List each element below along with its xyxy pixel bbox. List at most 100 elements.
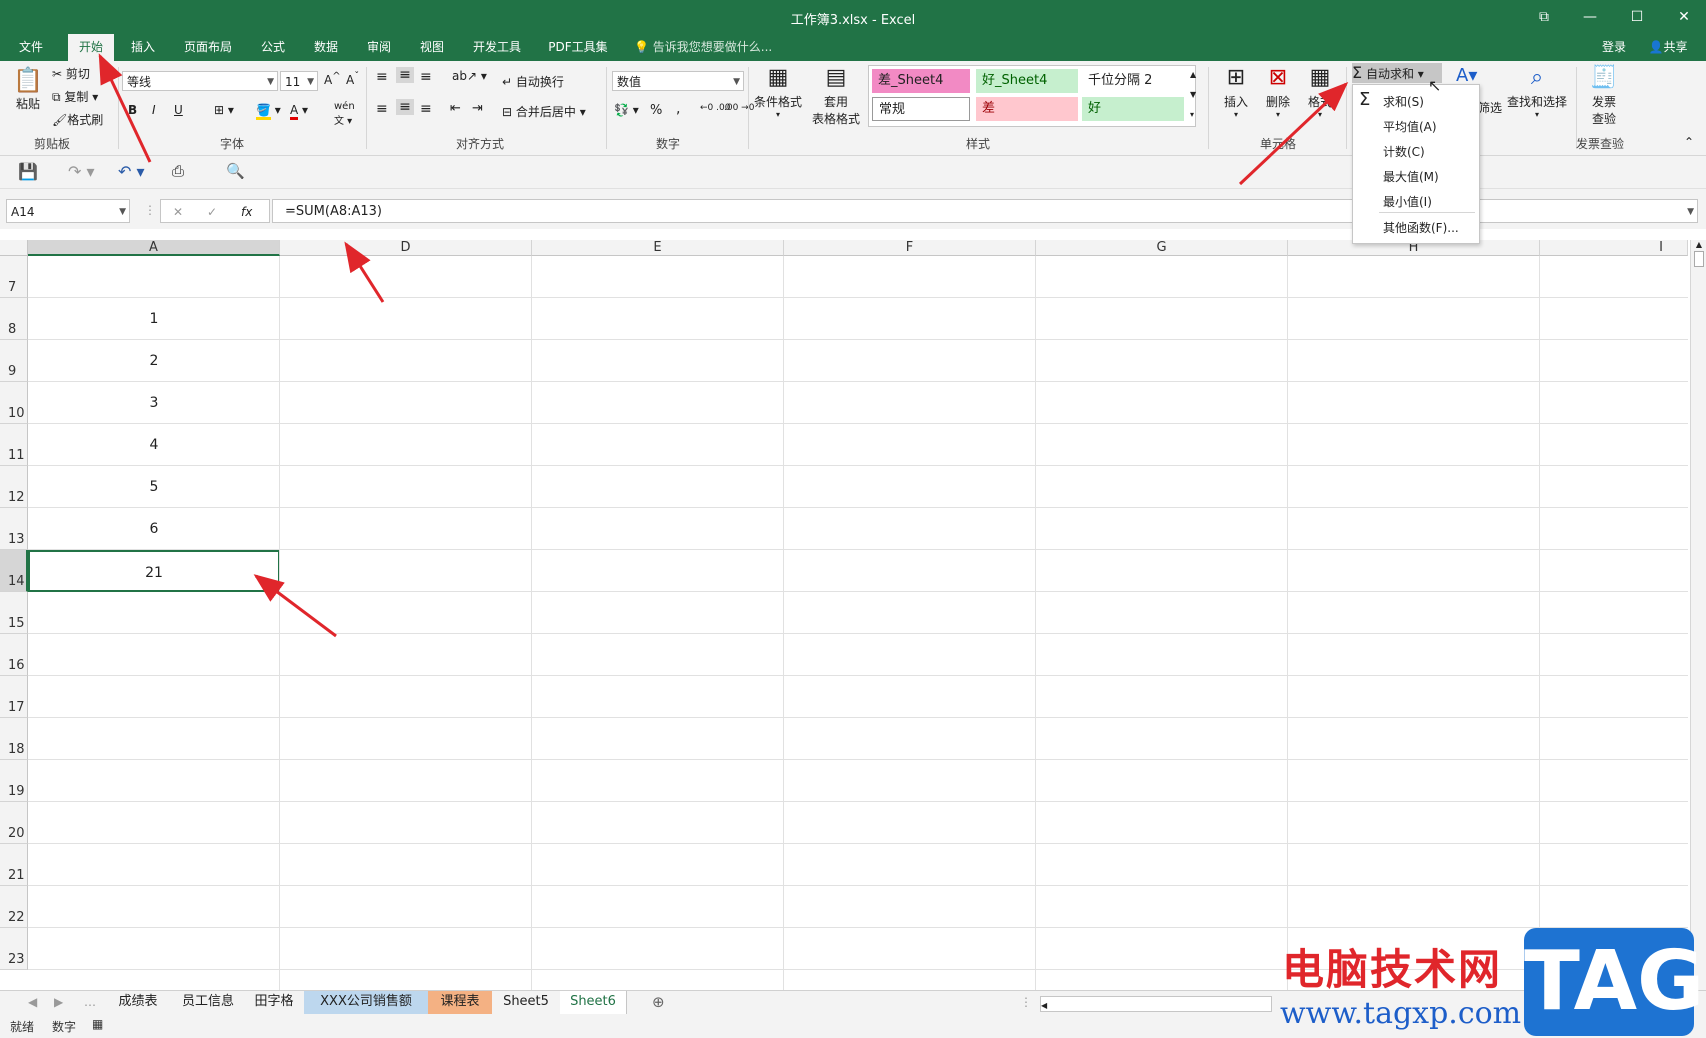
- row-header-17[interactable]: 17: [0, 676, 28, 718]
- row-header-12[interactable]: 12: [0, 466, 28, 508]
- font-size-select[interactable]: 11 ▼: [280, 71, 318, 91]
- scroll-sheets-left-icon[interactable]: ◀: [28, 995, 37, 1009]
- column-header-a[interactable]: A: [28, 240, 280, 256]
- font-name-select[interactable]: 等线 ▼: [122, 71, 278, 91]
- tab-data[interactable]: 数据: [303, 34, 349, 61]
- print-preview-icon[interactable]: ⎙: [172, 162, 184, 180]
- column-header-d[interactable]: D: [280, 240, 532, 256]
- tab-file[interactable]: 文件: [8, 34, 54, 61]
- sheet-tab-5[interactable]: Sheet5: [492, 991, 561, 1014]
- sort-icon[interactable]: A▾: [1456, 65, 1477, 86]
- column-header-f[interactable]: F: [784, 240, 1036, 256]
- tab-review[interactable]: 审阅: [356, 34, 402, 61]
- cell-a18[interactable]: [28, 718, 280, 760]
- row-header-20[interactable]: 20: [0, 802, 28, 844]
- row-header-18[interactable]: 18: [0, 718, 28, 760]
- decrease-font-icon[interactable]: Aˇ: [346, 71, 359, 87]
- style-cell-good-sheet4[interactable]: 好_Sheet4: [976, 69, 1078, 93]
- share-button[interactable]: 👤共享: [1640, 34, 1696, 61]
- align-left-icon[interactable]: ≡: [376, 101, 388, 117]
- tab-page-layout[interactable]: 页面布局: [176, 34, 240, 61]
- orientation-icon[interactable]: ab↗ ▾: [452, 69, 487, 83]
- paste-button[interactable]: 📋 粘贴: [12, 65, 44, 112]
- copy-button[interactable]: ⧉ 复制 ▾: [52, 88, 98, 105]
- format-painter-button[interactable]: 🖌格式刷: [52, 111, 103, 128]
- menu-item-count[interactable]: 计数(C): [1383, 143, 1425, 160]
- row-header-15[interactable]: 15: [0, 592, 28, 634]
- style-cell-comma2[interactable]: 千位分隔 2: [1082, 69, 1184, 93]
- scroll-sheets-right-icon[interactable]: ▶: [54, 995, 63, 1009]
- scroll-up-icon[interactable]: ▲: [1691, 240, 1706, 249]
- sheet-tab-2[interactable]: 田字格: [244, 991, 305, 1014]
- format-cells-button[interactable]: ▦ 格式 ▾: [1302, 63, 1338, 119]
- menu-item-sum[interactable]: 求和(S): [1383, 93, 1424, 110]
- cell-a16[interactable]: [28, 634, 280, 676]
- decrease-decimal-button[interactable]: .00 →0: [724, 103, 754, 113]
- tab-view[interactable]: 视图: [409, 34, 455, 61]
- phonetic-icon[interactable]: wén 文 ▾: [334, 101, 355, 127]
- enter-icon[interactable]: ✓: [207, 200, 217, 224]
- ribbon-display-options-icon[interactable]: ⧉: [1532, 6, 1556, 28]
- cell-a20[interactable]: [28, 802, 280, 844]
- style-cell-bad-sheet4[interactable]: 差_Sheet4: [872, 69, 970, 93]
- expand-formula-icon[interactable]: ▼: [1687, 200, 1694, 224]
- menu-item-max[interactable]: 最大值(M): [1383, 168, 1439, 185]
- cell-a12[interactable]: 5: [28, 466, 280, 508]
- horizontal-scrollbar[interactable]: ◀: [1040, 996, 1272, 1012]
- cell-a19[interactable]: [28, 760, 280, 802]
- row-header-11[interactable]: 11: [0, 424, 28, 466]
- close-icon[interactable]: ✕: [1672, 6, 1696, 28]
- row-header-8[interactable]: 8: [0, 298, 28, 340]
- gallery-scroll-icon[interactable]: ▲ ▼ ▾: [1190, 65, 1196, 125]
- sheet-tab-0[interactable]: 成绩表: [104, 991, 173, 1014]
- align-top-icon[interactable]: ≡: [376, 69, 388, 85]
- macro-record-icon[interactable]: ▦: [92, 1017, 103, 1031]
- cell-a9[interactable]: 2: [28, 340, 280, 382]
- row-header-13[interactable]: 13: [0, 508, 28, 550]
- insert-cells-button[interactable]: ⊞ 插入 ▾: [1218, 63, 1254, 119]
- formula-input[interactable]: =SUM(A8:A13) ▼: [272, 199, 1698, 223]
- cell-a11[interactable]: 4: [28, 424, 280, 466]
- number-format-select[interactable]: 数值 ▼: [612, 71, 744, 91]
- bold-button[interactable]: B: [128, 103, 137, 117]
- row-header-14[interactable]: 14: [0, 550, 28, 592]
- row-header-19[interactable]: 19: [0, 760, 28, 802]
- cell-a13[interactable]: 6: [28, 508, 280, 550]
- collapse-ribbon-icon[interactable]: ⌃: [1684, 135, 1694, 149]
- underline-button[interactable]: U: [174, 103, 183, 117]
- tab-home[interactable]: 开始: [68, 34, 114, 61]
- increase-font-icon[interactable]: A^: [324, 71, 341, 87]
- scroll-left-icon[interactable]: ◀: [1041, 1001, 1047, 1010]
- undo-icon[interactable]: ↶ ▾: [118, 162, 145, 181]
- scroll-thumb[interactable]: [1694, 251, 1704, 267]
- merge-center-button[interactable]: ⊟ 合并后居中 ▾: [502, 103, 586, 120]
- align-middle-icon[interactable]: ≡: [396, 67, 414, 83]
- style-cell-good[interactable]: 好: [1082, 97, 1184, 121]
- tell-me-box[interactable]: 💡 告诉我您想要做什么...: [634, 34, 804, 61]
- sheet-tab-4[interactable]: 课程表: [428, 991, 493, 1014]
- increase-indent-icon[interactable]: ⇥: [472, 101, 483, 116]
- signin-link[interactable]: 登录: [1594, 34, 1634, 61]
- add-sheet-icon[interactable]: ⊕: [652, 993, 665, 1011]
- decrease-indent-icon[interactable]: ⇤: [450, 101, 461, 116]
- style-cell-normal[interactable]: 常规: [872, 97, 970, 121]
- row-header-16[interactable]: 16: [0, 634, 28, 676]
- find-select-button[interactable]: ⌕ 查找和选择 ▾: [1506, 63, 1568, 119]
- select-all-corner[interactable]: [0, 240, 28, 256]
- row-header-21[interactable]: 21: [0, 844, 28, 886]
- cell-a15[interactable]: [28, 592, 280, 634]
- style-cell-bad[interactable]: 差: [976, 97, 1078, 121]
- fill-color-icon[interactable]: 🪣 ▾: [256, 103, 281, 120]
- column-header-e[interactable]: E: [532, 240, 784, 256]
- minimize-icon[interactable]: —: [1578, 6, 1602, 28]
- comma-button[interactable]: ,: [676, 101, 680, 117]
- split-handle-icon[interactable]: ⋮: [1020, 995, 1032, 1009]
- cell-a22[interactable]: [28, 886, 280, 928]
- cell-a7[interactable]: [28, 256, 280, 298]
- italic-button[interactable]: I: [152, 103, 156, 117]
- sheet-tab-3[interactable]: XXX公司销售额: [304, 991, 429, 1014]
- delete-cells-button[interactable]: ⊠ 删除 ▾: [1260, 63, 1296, 119]
- cut-button[interactable]: ✂ 剪切: [52, 65, 90, 82]
- more-sheets-icon[interactable]: …: [84, 995, 96, 1009]
- redo-icon[interactable]: ↷ ▾: [68, 162, 95, 181]
